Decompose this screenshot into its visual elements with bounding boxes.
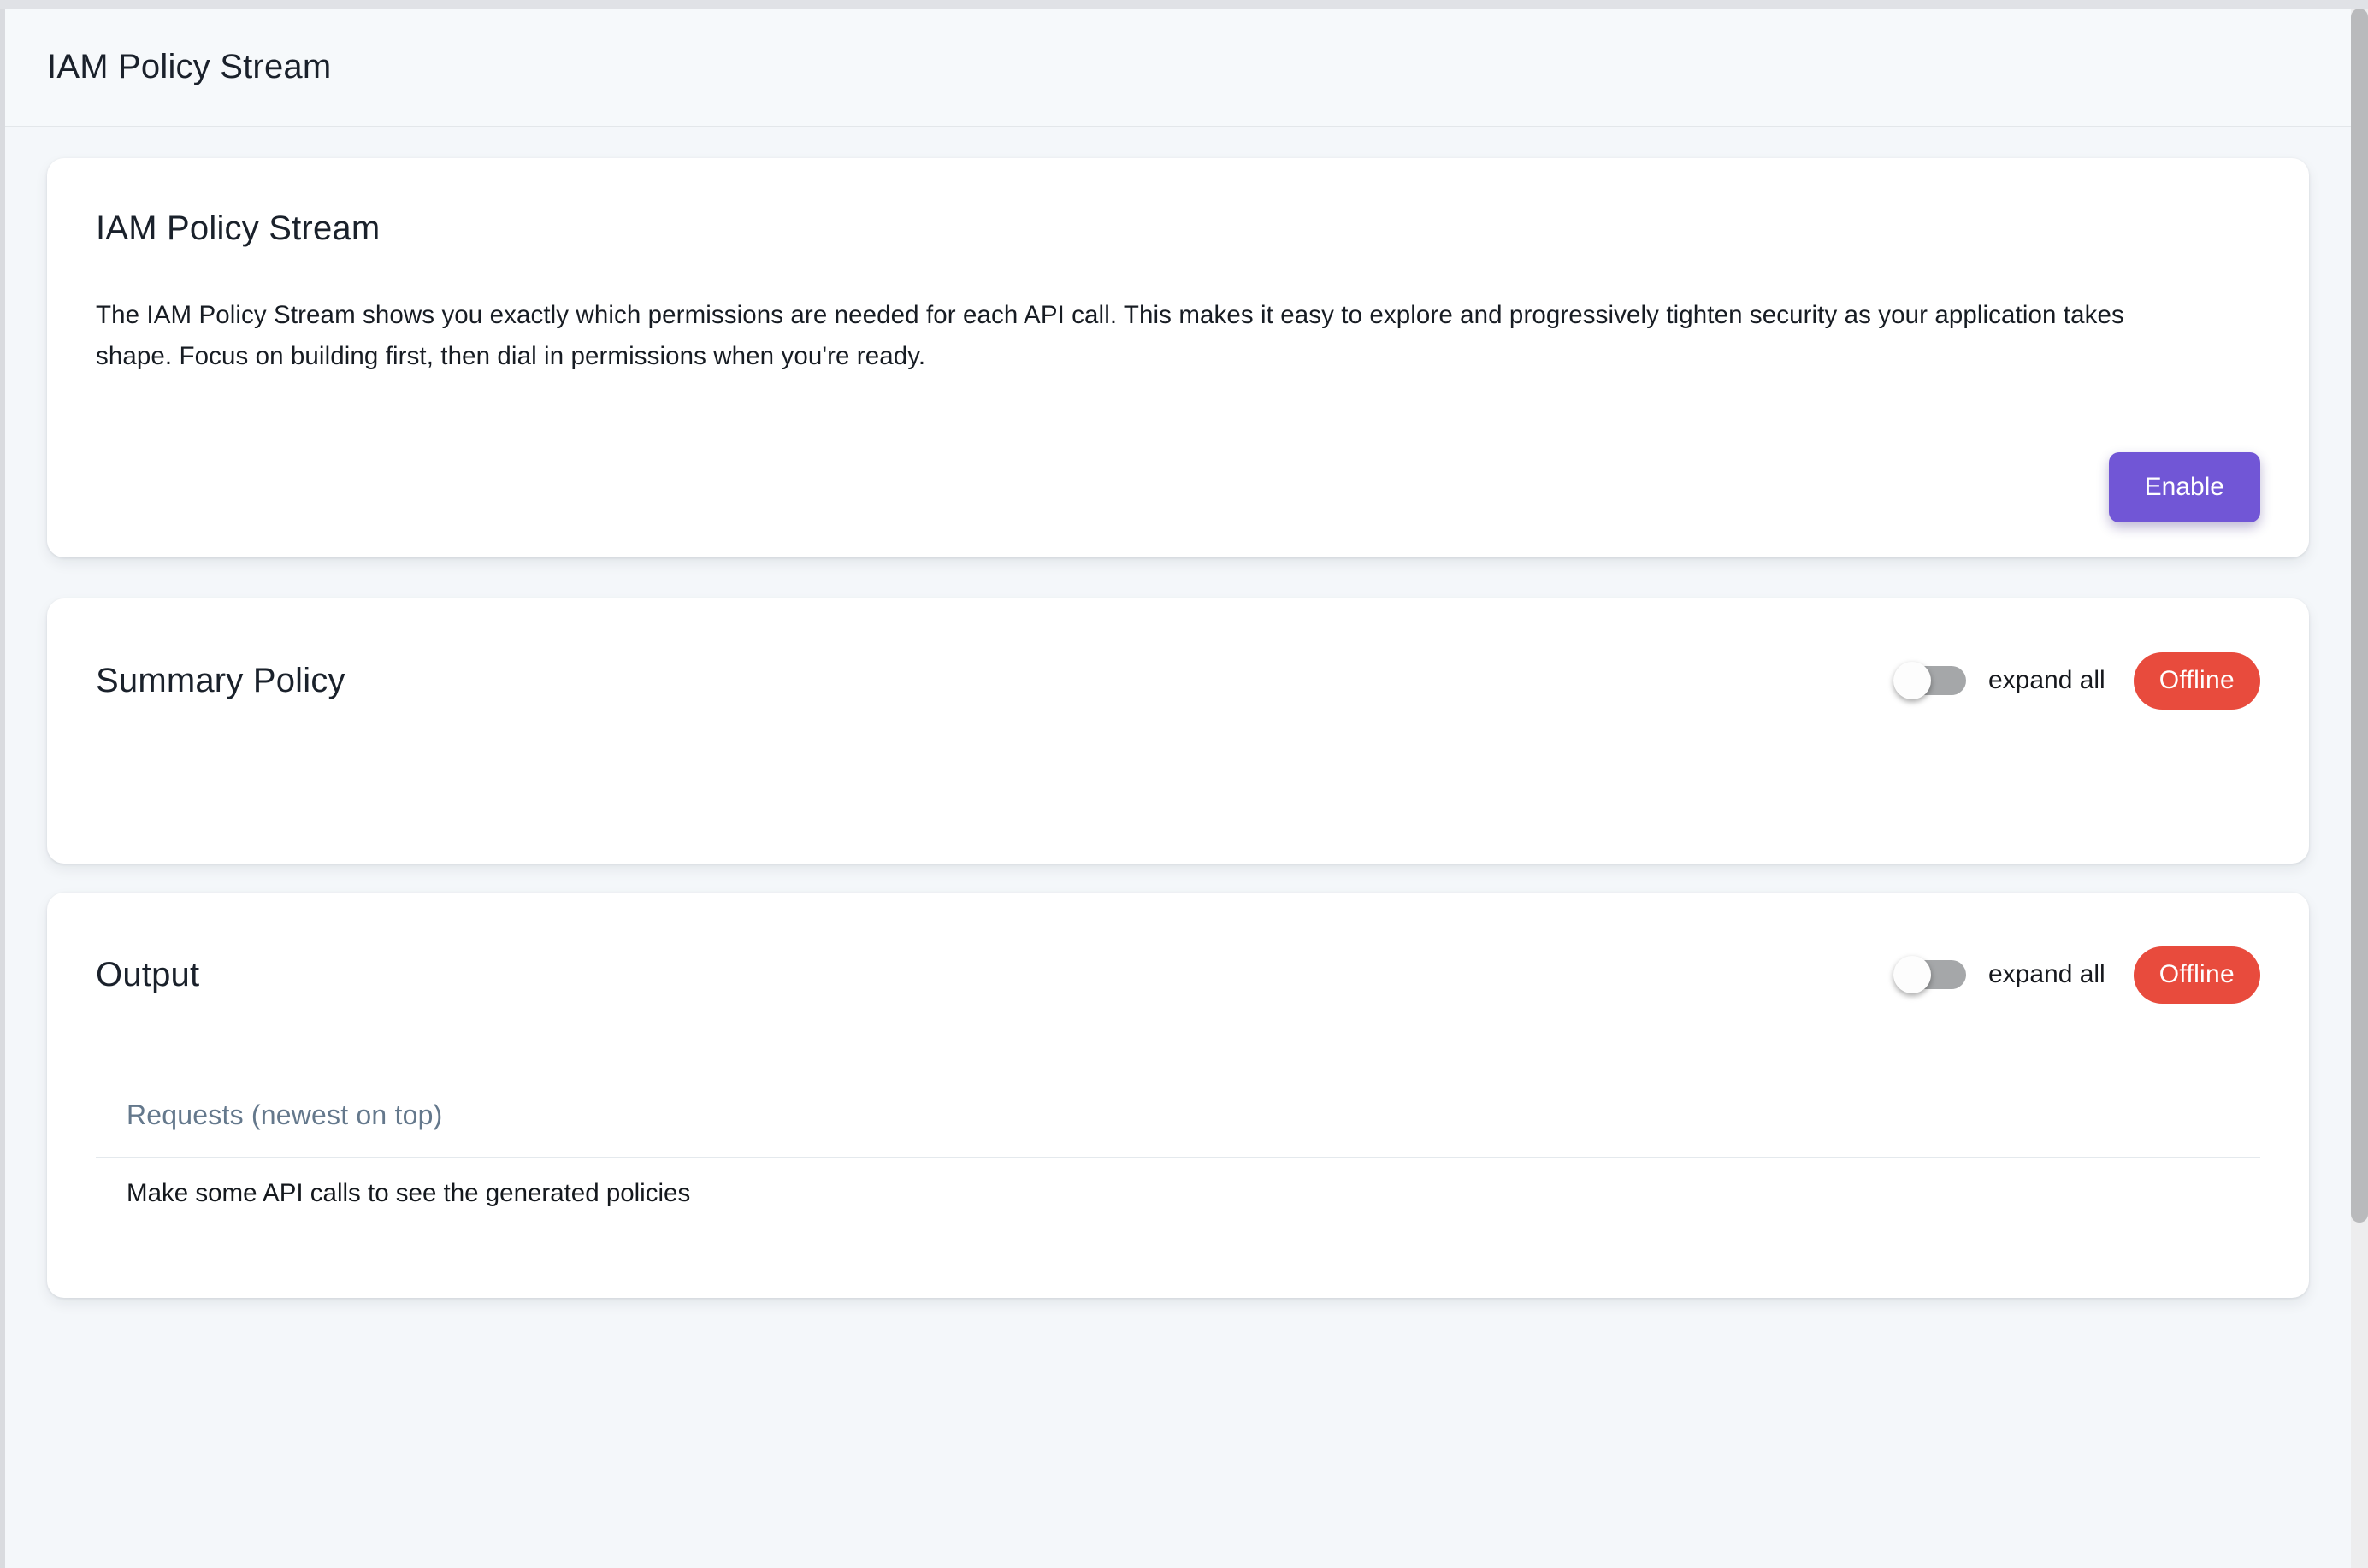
intro-card-actions: Enable (96, 452, 2260, 522)
toggle-knob (1893, 956, 1931, 993)
output-card-title: Output (96, 956, 199, 994)
window: IAM Policy Stream IAM Policy Stream The … (0, 0, 2368, 1568)
summary-card-header-row: Summary Policy expand all Offline (96, 645, 2260, 716)
intro-card-title: IAM Policy Stream (96, 209, 2260, 248)
summary-expand-all-toggle[interactable] (1894, 666, 1966, 695)
window-chrome-top (0, 0, 2368, 9)
window-chrome-left (0, 9, 5, 1568)
expand-all-label: expand all (1988, 666, 2105, 695)
page-content: IAM Policy Stream The IAM Policy Stream … (5, 127, 2351, 1298)
requests-empty-message: Make some API calls to see the generated… (96, 1158, 2260, 1208)
intro-card-description: The IAM Policy Stream shows you exactly … (96, 295, 2165, 377)
page-header: IAM Policy Stream (5, 9, 2351, 127)
expand-all-label: expand all (1988, 960, 2105, 989)
toggle-knob (1893, 662, 1931, 699)
summary-card-controls: expand all Offline (1894, 652, 2260, 710)
output-card-controls: expand all Offline (1894, 946, 2260, 1004)
output-card: Output expand all Offline Requests (newe… (47, 893, 2309, 1298)
page: IAM Policy Stream IAM Policy Stream The … (5, 9, 2351, 1568)
requests-section: Requests (newest on top) Make some API c… (96, 1099, 2260, 1208)
scrollbar-thumb[interactable] (2351, 9, 2368, 1223)
intro-card: IAM Policy Stream The IAM Policy Stream … (47, 158, 2309, 557)
offline-status-badge: Offline (2134, 652, 2260, 710)
scrollbar-track[interactable] (2351, 9, 2368, 1568)
output-card-header-row: Output expand all Offline (96, 940, 2260, 1010)
enable-button[interactable]: Enable (2109, 452, 2260, 522)
offline-status-badge: Offline (2134, 946, 2260, 1004)
requests-heading: Requests (newest on top) (96, 1099, 2260, 1131)
summary-card-title: Summary Policy (96, 662, 345, 700)
page-title: IAM Policy Stream (47, 48, 331, 86)
summary-policy-card: Summary Policy expand all Offline (47, 598, 2309, 864)
output-expand-all-toggle[interactable] (1894, 960, 1966, 989)
